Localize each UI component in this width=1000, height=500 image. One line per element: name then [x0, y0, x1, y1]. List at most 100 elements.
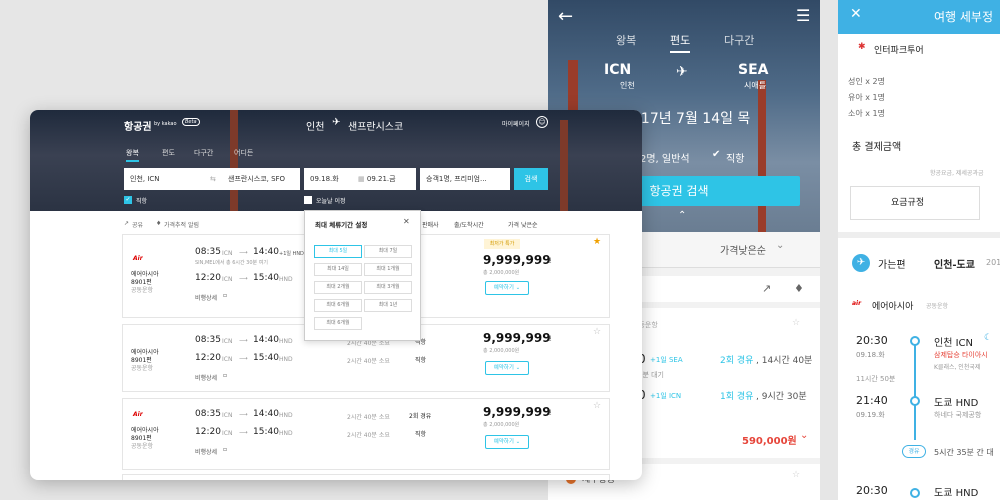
airline-name: 에어아시아 [872, 302, 914, 312]
moon-icon: ☾ [984, 333, 993, 343]
chevron-up-icon[interactable]: ⌃ [678, 210, 686, 221]
dep-time: 20:30 [856, 334, 888, 347]
close-icon[interactable]: ✕ [850, 6, 862, 22]
swap-icon[interactable]: ⇆ [210, 168, 216, 190]
tab-round-trip[interactable]: 왕복 [126, 148, 139, 162]
star-icon[interactable]: ☆ [593, 401, 601, 411]
tab-one-way[interactable]: 편도 [670, 32, 691, 53]
stay-option[interactable]: 최대 7일 [364, 245, 412, 258]
passenger-field[interactable]: 승객1명, 프리미엄... [420, 168, 510, 190]
reserve-button[interactable]: 예약하기 ⌄ [485, 361, 529, 375]
desktop-window: 항공권 by kakao Beta 인천 ✈ 샌프란시스코 마이페이지 ☺ 왕복… [30, 110, 642, 480]
flight-detail-link[interactable]: 비행상세 [195, 293, 217, 302]
chevron-down-icon[interactable]: ⌄ [800, 430, 808, 441]
tab-anywhere[interactable]: 어디든 [234, 148, 253, 158]
timeline-dot [910, 396, 920, 406]
stay-option[interactable]: 최대 2개월 [314, 281, 362, 294]
fare-rules-button[interactable]: 요금규정 [850, 186, 980, 220]
bridge-tower [560, 120, 568, 211]
tab-round-trip[interactable]: 왕복 [616, 32, 636, 48]
outbound-label: 가는편 [878, 260, 906, 271]
search-button[interactable]: 검색 [514, 168, 548, 190]
arr-code: +1일 HND [279, 251, 304, 257]
document-icon[interactable]: ▫ [223, 446, 227, 453]
dest-code[interactable]: SEA [738, 62, 768, 78]
dep-time: 12:20 [195, 353, 221, 363]
dep-time: 08:35 [195, 409, 221, 419]
stay-option[interactable]: 최대 3개월 [364, 281, 412, 294]
tab-multi[interactable]: 다구간 [724, 32, 754, 48]
check-circle-icon[interactable]: ✔ [712, 149, 720, 160]
duration: 2시간 40분 소요 [347, 358, 390, 365]
origin-field[interactable]: 인천, ICN [124, 168, 208, 190]
arr-code: HND [279, 356, 293, 363]
reserve-button[interactable]: 예약하기 ⌄ [485, 435, 529, 449]
arrow-icon: ⟶ [239, 411, 248, 418]
duration: 2시간 40분 소요 [347, 414, 390, 421]
bell-icon[interactable]: ♦ [794, 282, 804, 295]
stops: 직항 [415, 431, 427, 438]
stay-option[interactable]: 최대 1개월 [364, 263, 412, 276]
result-row[interactable]: Air 에어아시아 8901편 공동운항 08:35 ICN ⟶ 14:40 H… [122, 398, 610, 470]
share-icon[interactable]: ↗ [762, 282, 771, 295]
stay-option[interactable]: 최대 6개월 [314, 317, 362, 330]
result-row[interactable] [122, 474, 610, 480]
next-place: 도쿄 HND [934, 488, 979, 499]
user-icon[interactable]: ☺ [536, 116, 548, 128]
stops: 1회 경유 [720, 392, 754, 402]
flight-detail-link[interactable]: 비행상세 [195, 373, 217, 382]
star-icon[interactable]: ☆ [593, 327, 601, 337]
duration: 2시간 40분 소요 [347, 432, 390, 439]
dep-code: ICN [222, 250, 233, 257]
price[interactable]: 590,000원 [742, 432, 797, 447]
passenger-class[interactable]: 2명, 일반석 [640, 150, 690, 165]
share-icon[interactable]: ↗ [124, 220, 129, 227]
arr-date: 09.19.화 [856, 411, 885, 419]
logo[interactable]: 항공권 [124, 118, 152, 133]
price-unit: 원 [547, 258, 552, 264]
arr-code: HND [279, 412, 293, 419]
codeshare-note: 공동운항 [131, 365, 154, 372]
destination-field[interactable]: ⇆ 샌프란시스코, SFO [208, 168, 300, 190]
stay-option[interactable]: 최대 6개월 [314, 299, 362, 312]
departure-date-field[interactable]: 09.18.화 [304, 168, 352, 190]
arrow-icon: ⟶ [239, 249, 248, 256]
pax-child: 유아 x 1명 [848, 93, 885, 102]
document-icon[interactable]: ▫ [223, 292, 227, 299]
arrow-icon: ⟶ [239, 429, 248, 436]
route-to: 샌프란시스코 [348, 122, 404, 133]
chevron-down-icon[interactable]: ⌄ [776, 240, 784, 251]
stay-option[interactable]: 최대 14일 [314, 263, 362, 276]
flight-detail-link[interactable]: 비행상세 [195, 447, 217, 456]
travel-date[interactable]: 017년 7월 14일 목 [632, 108, 750, 128]
filter-time[interactable]: 출/도착시간 [454, 220, 484, 229]
menu-icon[interactable]: ☰ [796, 6, 810, 25]
share-button[interactable]: 공유 [132, 220, 143, 229]
stay-option[interactable]: 최대 5일 [314, 245, 362, 258]
today-checkbox[interactable] [304, 196, 312, 204]
pax-adult: 성인 x 2명 [848, 77, 885, 86]
star-icon[interactable]: ☆ [792, 470, 800, 480]
price-alert-button[interactable]: 가격추적 알림 [164, 220, 199, 229]
document-icon[interactable]: ▫ [223, 372, 227, 379]
back-arrow-icon[interactable]: ← [558, 6, 573, 27]
my-page-link[interactable]: 마이페이지 [502, 119, 530, 128]
stay-option[interactable]: 최대 1년 [364, 299, 412, 312]
tab-one-way[interactable]: 편도 [162, 148, 175, 158]
total-label: 총 결제금액 [852, 142, 902, 153]
return-date-field[interactable]: ▦ 09.21.금 [352, 168, 416, 190]
dep-code: ICN [222, 430, 233, 437]
reserve-button[interactable]: 예약하기 ⌄ [485, 281, 529, 295]
filter-sort[interactable]: 가격 낮은순 [508, 220, 538, 229]
agency-name: 인터파크투어 [874, 46, 924, 56]
origin-code[interactable]: ICN [604, 62, 631, 78]
close-icon[interactable]: ✕ [403, 217, 410, 226]
tab-multi[interactable]: 다구간 [194, 148, 213, 158]
codeshare-note: 공동운항 [131, 287, 154, 294]
sort-label[interactable]: 가격낮은순 [720, 242, 766, 257]
star-icon[interactable]: ☆ [792, 318, 800, 328]
bell-icon[interactable]: ♦ [156, 220, 161, 227]
direct-checkbox[interactable]: ✓ [124, 196, 132, 204]
star-filled-icon[interactable]: ★ [593, 237, 601, 247]
filter-carrier[interactable]: 판매사 [422, 220, 439, 229]
